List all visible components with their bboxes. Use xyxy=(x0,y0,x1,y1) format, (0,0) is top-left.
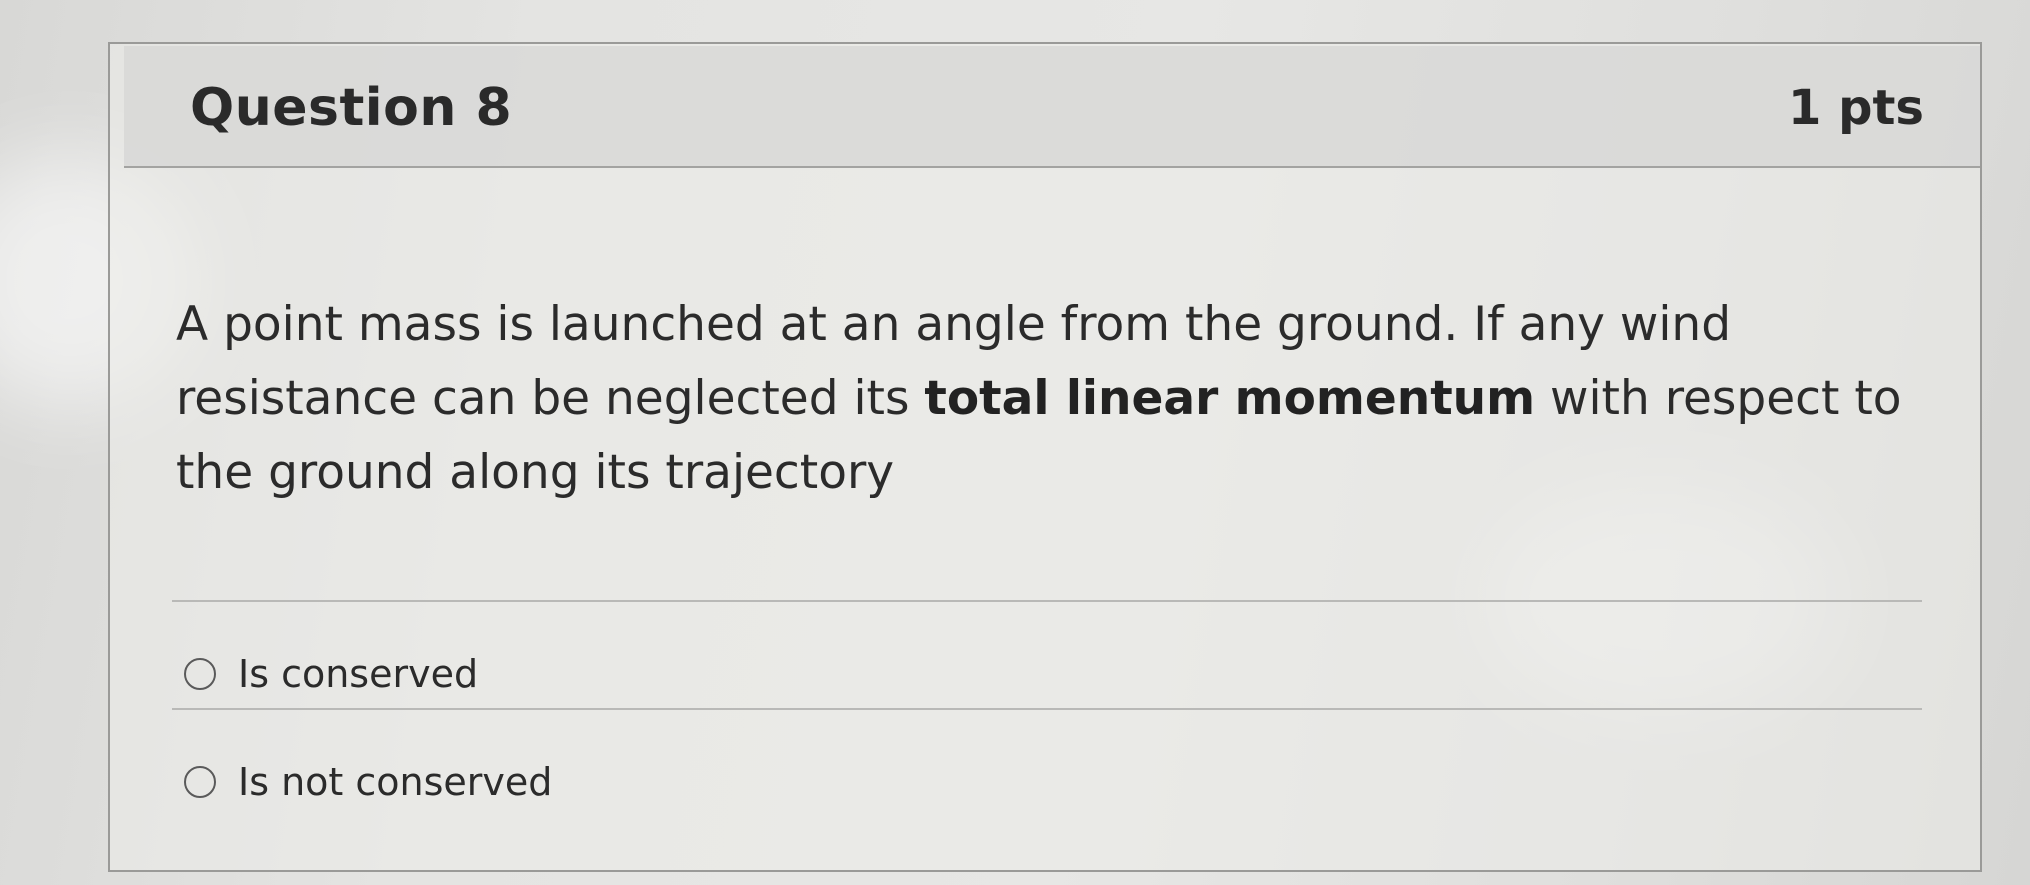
answer-divider xyxy=(172,708,1922,710)
answer-divider xyxy=(172,600,1922,602)
question-card: Question 8 1 pts A point mass is launche… xyxy=(108,42,1982,872)
question-header: Question 8 1 pts xyxy=(124,46,1980,168)
radio-button[interactable] xyxy=(184,658,216,690)
question-text-bold: total linear momentum xyxy=(924,371,1536,426)
answer-label: Is not conserved xyxy=(238,760,553,804)
answer-option-is-not-conserved[interactable]: Is not conserved xyxy=(184,752,552,812)
question-points: 1 pts xyxy=(1788,80,1924,136)
radio-button[interactable] xyxy=(184,766,216,798)
answer-option-is-conserved[interactable]: Is conserved xyxy=(184,644,478,704)
question-title: Question 8 xyxy=(190,78,513,138)
question-text: A point mass is launched at an angle fro… xyxy=(176,288,1936,510)
answer-label: Is conserved xyxy=(238,652,479,696)
